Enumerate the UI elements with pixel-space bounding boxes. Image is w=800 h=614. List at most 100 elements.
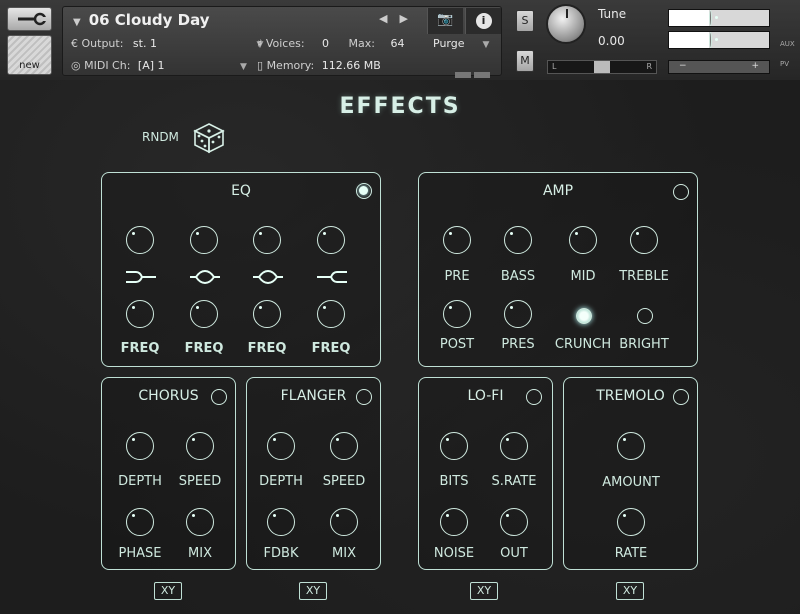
chorus-depth-knob[interactable] bbox=[126, 432, 154, 460]
prev-next-arrows[interactable]: ◀▶ bbox=[379, 12, 420, 25]
eq-freq-label-3: FREQ bbox=[247, 341, 287, 356]
mute-button[interactable]: M bbox=[516, 50, 534, 72]
lofi-xy-button[interactable]: XY bbox=[470, 582, 498, 600]
output-icon: € bbox=[71, 37, 82, 50]
pan-slider[interactable]: L R bbox=[547, 60, 657, 74]
flanger-toggle[interactable] bbox=[356, 389, 372, 405]
eq-freq-knob-4[interactable] bbox=[317, 300, 345, 328]
info-button[interactable]: i bbox=[465, 8, 501, 34]
amp-toggle[interactable] bbox=[673, 184, 689, 200]
purge-dropdown-icon: ▼ bbox=[482, 40, 490, 50]
flanger-depth-knob[interactable] bbox=[267, 432, 295, 460]
plus-icon[interactable]: + bbox=[751, 61, 759, 71]
chorus-speed-knob[interactable] bbox=[186, 432, 214, 460]
flanger-fdbk-knob[interactable] bbox=[267, 508, 295, 536]
eq-freq-knob-1[interactable] bbox=[126, 300, 154, 328]
lofi-srate-knob[interactable] bbox=[500, 432, 528, 460]
solo-button[interactable]: S bbox=[516, 10, 534, 32]
flanger-speed-knob[interactable] bbox=[330, 432, 358, 460]
new-label: new bbox=[19, 60, 40, 71]
volume-meter-2[interactable] bbox=[668, 31, 770, 49]
instrument-panel: ▼ 06 Cloudy Day ◀▶ 📷 i € Output: st. 1 ▼ … bbox=[62, 6, 502, 97]
eq-peak-icon-2[interactable] bbox=[251, 269, 285, 285]
midi-value[interactable]: [A] 1 bbox=[138, 59, 165, 72]
eq-peak-icon-1[interactable] bbox=[188, 269, 222, 285]
prev-icon[interactable]: ◀ bbox=[379, 12, 399, 25]
eq-freq-label-1: FREQ bbox=[120, 341, 160, 356]
snapshot-button[interactable]: 📷 bbox=[427, 8, 463, 34]
tremolo-amount-knob[interactable] bbox=[617, 432, 645, 460]
dice-icon[interactable] bbox=[193, 122, 225, 154]
chorus-mix-knob[interactable] bbox=[186, 508, 214, 536]
flanger-xy-button[interactable]: XY bbox=[299, 582, 327, 600]
amp-bass-knob[interactable] bbox=[504, 226, 532, 254]
amp-pres-knob[interactable] bbox=[504, 300, 532, 328]
amp-pre-knob[interactable] bbox=[443, 226, 471, 254]
eq-freq-knob-3[interactable] bbox=[253, 300, 281, 328]
purge-dropdown[interactable]: Purge ▼ bbox=[425, 37, 501, 55]
midi-row[interactable]: ◎ MIDI Ch: [A] 1 ▼ bbox=[71, 59, 247, 72]
flanger-fdbk-label: FDBK bbox=[263, 546, 299, 561]
tremolo-amount-label: AMOUNT bbox=[602, 475, 660, 490]
lofi-noise-knob[interactable] bbox=[440, 508, 468, 536]
eq-low-shelf-icon[interactable] bbox=[124, 269, 158, 285]
flanger-mix-label: MIX bbox=[332, 546, 356, 561]
chorus-xy-button[interactable]: XY bbox=[154, 582, 182, 600]
amp-mid-label: MID bbox=[570, 269, 596, 284]
instrument-header: new ▼ 06 Cloudy Day ◀▶ 📷 i € Output: st. … bbox=[0, 0, 800, 97]
eq-gain-knob-2[interactable] bbox=[190, 226, 218, 254]
midi-label: MIDI Ch: bbox=[84, 59, 131, 72]
chorus-mix-label: MIX bbox=[188, 546, 212, 561]
lofi-out-knob[interactable] bbox=[500, 508, 528, 536]
pan-left-label: L bbox=[552, 62, 557, 71]
amp-mid-knob[interactable] bbox=[569, 226, 597, 254]
amp-bright-switch[interactable] bbox=[637, 308, 653, 324]
tremolo-xy-button[interactable]: XY bbox=[616, 582, 644, 600]
flanger-mix-knob[interactable] bbox=[330, 508, 358, 536]
midi-dropdown-icon[interactable]: ▼ bbox=[240, 62, 247, 72]
amp-treble-knob[interactable] bbox=[630, 226, 658, 254]
rndm-label: RNDM bbox=[142, 130, 179, 144]
amp-panel: AMP PRE BASS MID TREBLE POST PRES CRUNCH… bbox=[418, 172, 698, 367]
amp-pre-label: PRE bbox=[444, 269, 470, 284]
amp-bright-label: BRIGHT bbox=[619, 337, 669, 352]
minus-icon[interactable]: − bbox=[679, 61, 687, 71]
output-row[interactable]: € Output: st. 1 ▼ bbox=[71, 37, 263, 50]
wrench-button[interactable] bbox=[7, 7, 52, 31]
eq-toggle[interactable] bbox=[356, 183, 372, 199]
collapse-arrow-icon[interactable]: ▼ bbox=[73, 17, 81, 28]
wrench-icon bbox=[18, 12, 46, 26]
flanger-panel: FLANGER DEPTH SPEED FDBK MIX bbox=[246, 377, 381, 570]
eq-gain-knob-4[interactable] bbox=[317, 226, 345, 254]
tune-knob[interactable] bbox=[546, 4, 586, 44]
eq-gain-knob-1[interactable] bbox=[126, 226, 154, 254]
instrument-name[interactable]: ▼ 06 Cloudy Day bbox=[73, 11, 210, 29]
tremolo-toggle[interactable] bbox=[673, 389, 689, 405]
chorus-panel: CHORUS DEPTH SPEED PHASE MIX bbox=[101, 377, 236, 570]
tune-value[interactable]: 0.00 bbox=[598, 34, 625, 48]
chorus-toggle[interactable] bbox=[211, 389, 227, 405]
output-value[interactable]: st. 1 bbox=[133, 37, 157, 50]
new-button[interactable]: new bbox=[7, 35, 52, 75]
aux-label[interactable]: AUX bbox=[780, 40, 795, 48]
next-icon[interactable]: ▶ bbox=[399, 12, 419, 25]
eq-gain-knob-3[interactable] bbox=[253, 226, 281, 254]
tremolo-rate-knob[interactable] bbox=[617, 508, 645, 536]
lofi-bits-knob[interactable] bbox=[440, 432, 468, 460]
volume-meter-1[interactable] bbox=[668, 9, 770, 27]
pv-label[interactable]: PV bbox=[780, 60, 789, 68]
max-value[interactable]: 64 bbox=[391, 37, 405, 50]
pan-handle[interactable] bbox=[594, 61, 610, 73]
lofi-panel: LO-FI BITS S.RATE NOISE OUT bbox=[418, 377, 553, 570]
amp-crunch-switch[interactable] bbox=[576, 308, 592, 324]
eq-freq-knob-2[interactable] bbox=[190, 300, 218, 328]
lofi-out-label: OUT bbox=[500, 546, 528, 561]
instrument-title: 06 Cloudy Day bbox=[88, 11, 210, 29]
chorus-phase-knob[interactable] bbox=[126, 508, 154, 536]
pv-slider[interactable]: − + bbox=[668, 60, 770, 74]
lofi-toggle[interactable] bbox=[526, 389, 542, 405]
eq-title: EQ bbox=[231, 183, 251, 199]
amp-post-knob[interactable] bbox=[443, 300, 471, 328]
eq-high-shelf-icon[interactable] bbox=[315, 269, 349, 285]
tune-label: Tune bbox=[598, 7, 627, 21]
